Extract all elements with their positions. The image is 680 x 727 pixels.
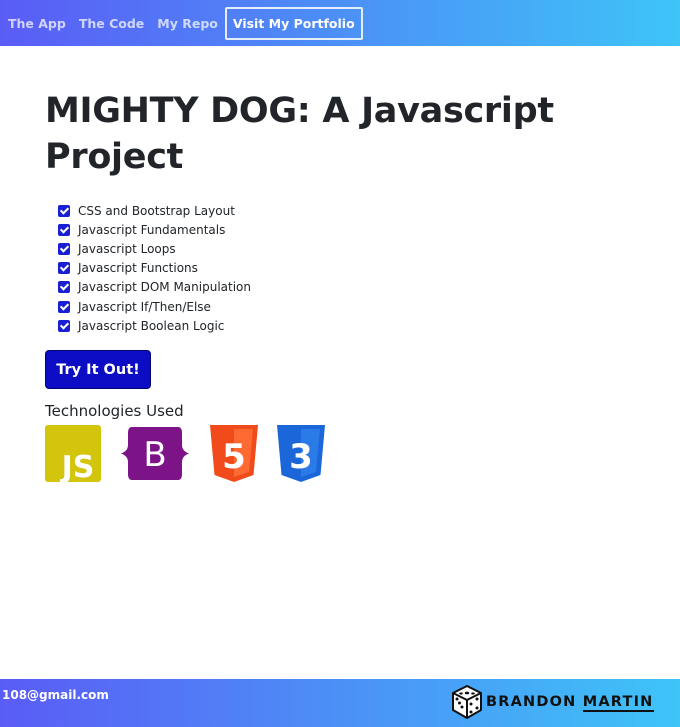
feature-item: Javascript If/Then/Else <box>58 297 605 316</box>
main-content: MIGHTY DOG: A Javascript Project CSS and… <box>45 88 605 483</box>
technology-logos: JS B 5 3 <box>45 425 605 483</box>
feature-label: Javascript Boolean Logic <box>78 318 225 333</box>
try-it-out-button[interactable]: Try It Out! <box>45 350 151 390</box>
brand-first-name: BRANDON <box>486 694 577 710</box>
feature-item: CSS and Bootstrap Layout <box>58 201 605 220</box>
checked-checkbox-icon[interactable] <box>58 242 70 255</box>
feature-label: CSS and Bootstrap Layout <box>78 203 235 218</box>
checked-checkbox-icon[interactable] <box>58 319 70 332</box>
feature-label: Javascript Loops <box>78 241 176 256</box>
checked-checkbox-icon[interactable] <box>58 300 70 313</box>
brand-last-name: MARTIN <box>582 694 654 712</box>
brand-name: BRANDON MARTIN <box>486 694 654 712</box>
css3-logo-icon: 3 <box>277 425 325 483</box>
technologies-heading: Technologies Used <box>45 402 184 421</box>
page-title-line-1: MIGHTY DOG: A Javascript <box>45 91 554 131</box>
brand-logo[interactable]: BRANDON MARTIN <box>451 685 654 719</box>
feature-label: Javascript If/Then/Else <box>78 299 211 314</box>
html5-logo-icon: 5 <box>210 425 258 483</box>
feature-checklist: CSS and Bootstrap Layout Javascript Fund… <box>58 201 605 335</box>
css3-logo-text: 3 <box>289 437 313 477</box>
checked-checkbox-icon[interactable] <box>58 281 70 294</box>
feature-item: Javascript Fundamentals <box>58 220 605 239</box>
page-title-line-2: Project <box>45 137 184 177</box>
feature-item: Javascript Functions <box>58 259 605 278</box>
feature-item: Javascript Boolean Logic <box>58 316 605 335</box>
feature-item: Javascript DOM Manipulation <box>58 278 605 297</box>
page-title: MIGHTY DOG: A Javascript Project <box>45 88 605 180</box>
footer-email-link[interactable]: 108@gmail.com <box>2 688 109 702</box>
feature-label: Javascript DOM Manipulation <box>78 280 251 295</box>
nav-link-my-repo[interactable]: My Repo <box>157 16 218 31</box>
feature-label: Javascript Fundamentals <box>78 222 226 237</box>
javascript-logo-text: JS <box>60 450 95 482</box>
bootstrap-logo-text: B <box>143 435 166 475</box>
top-navbar: The App The Code My Repo Visit My Portfo… <box>0 0 680 46</box>
visit-portfolio-button[interactable]: Visit My Portfolio <box>224 6 363 40</box>
checked-checkbox-icon[interactable] <box>58 262 70 275</box>
javascript-logo-icon: JS <box>45 425 101 483</box>
html5-logo-text: 5 <box>222 437 246 477</box>
checked-checkbox-icon[interactable] <box>58 204 70 217</box>
page-footer: 108@gmail.com BRANDON MARTIN <box>0 679 680 727</box>
nav-link-the-app[interactable]: The App <box>8 16 66 31</box>
nav-link-the-code[interactable]: The Code <box>79 16 144 31</box>
feature-item: Javascript Loops <box>58 239 605 258</box>
feature-label: Javascript Functions <box>78 261 198 276</box>
bootstrap-logo-icon: B <box>121 427 189 481</box>
checked-checkbox-icon[interactable] <box>58 223 70 236</box>
dice-logo-icon <box>452 685 482 719</box>
